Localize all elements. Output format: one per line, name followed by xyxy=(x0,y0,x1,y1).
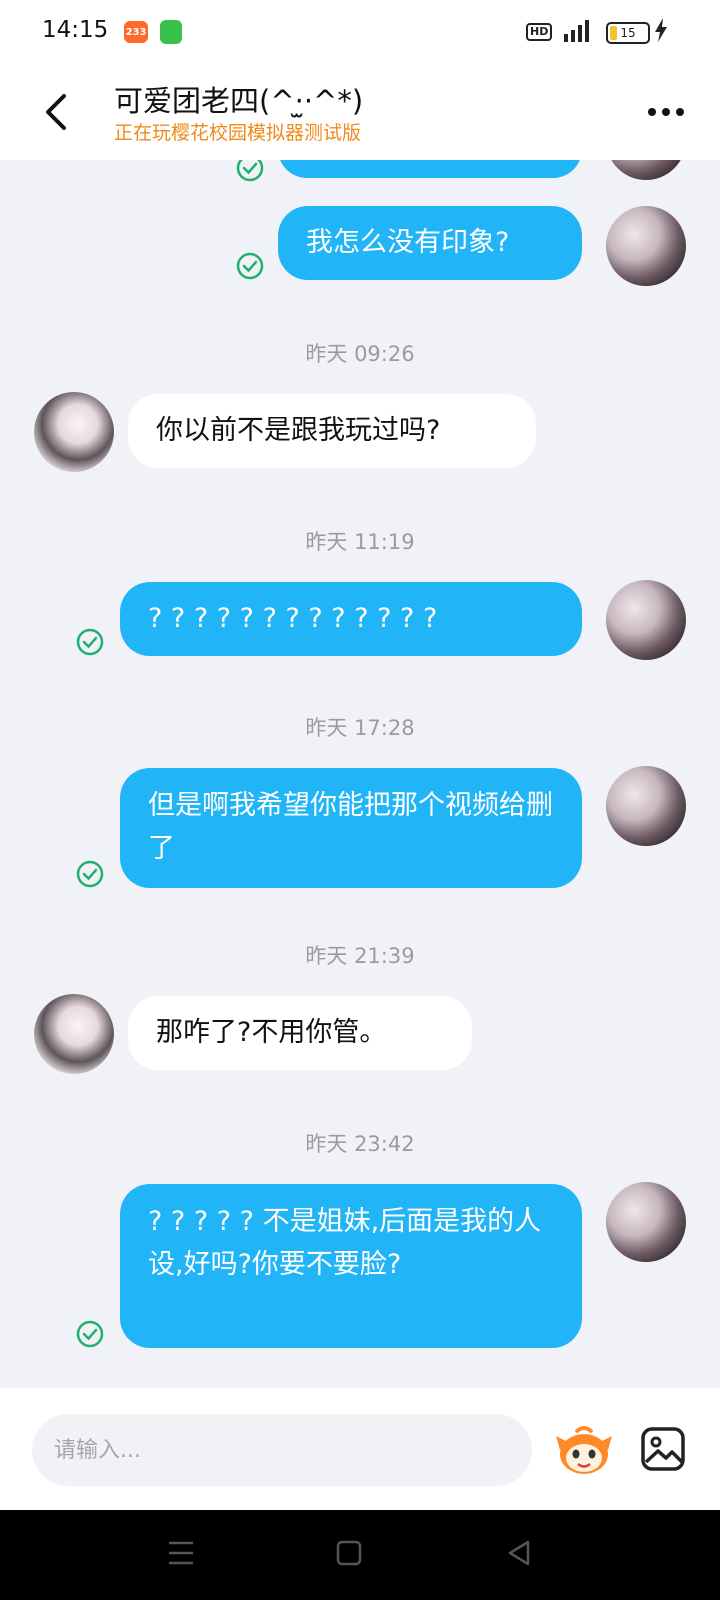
image-picker-icon[interactable] xyxy=(640,1426,686,1472)
status-time: 14:15 xyxy=(42,17,109,43)
signal-icon xyxy=(564,20,589,42)
message-bubble[interactable]: ? ? ? ? ? ? ? ? ? ? ? ? ? xyxy=(120,582,582,656)
status-bar: 14:15 233 HD 15 xyxy=(0,0,720,64)
self-avatar[interactable] xyxy=(606,160,686,180)
battery-level: 15 xyxy=(620,26,636,40)
message-bubble[interactable]: 你以前不是跟我玩过吗? xyxy=(128,394,536,468)
android-app-icon xyxy=(160,20,182,44)
message-bubble[interactable]: 那咋了?不用你管。 xyxy=(128,996,472,1070)
read-check-icon xyxy=(76,860,104,888)
timestamp: 昨天 21:39 xyxy=(305,944,415,968)
menu-lines-icon[interactable] xyxy=(168,1540,194,1566)
message-bubble[interactable]: ? ? ? ? ? 不是姐妹,后面是我的人设,好吗?你要不要脸? xyxy=(120,1184,582,1348)
self-avatar[interactable] xyxy=(606,580,686,660)
emoji-mascot-icon[interactable] xyxy=(554,1422,614,1478)
self-avatar[interactable] xyxy=(606,766,686,846)
read-check-icon xyxy=(76,1320,104,1348)
read-check-icon xyxy=(76,628,104,656)
read-check-icon xyxy=(236,160,264,182)
square-home-icon[interactable] xyxy=(336,1540,362,1566)
timestamp: 昨天 17:28 xyxy=(305,716,415,740)
more-dots-icon[interactable] xyxy=(646,104,686,120)
message-list[interactable]: 我怎么没有印象? 昨天 09:26 你以前不是跟我玩过吗? 昨天 11:19 ?… xyxy=(0,160,720,1388)
hd-badge: HD xyxy=(526,23,553,41)
triangle-back-icon[interactable] xyxy=(506,1540,532,1566)
chevron-left-icon[interactable] xyxy=(38,90,74,134)
message-bubble-partial[interactable] xyxy=(278,160,582,178)
input-bar xyxy=(0,1388,720,1510)
chat-header: 可爱团老四(^·̫·^*) 正在玩樱花校园模拟器测试版 xyxy=(0,64,720,160)
contact-status: 正在玩樱花校园模拟器测试版 xyxy=(114,122,362,144)
contact-avatar[interactable] xyxy=(34,392,114,472)
read-check-icon xyxy=(236,252,264,280)
self-avatar[interactable] xyxy=(606,1182,686,1262)
app-233-icon: 233 xyxy=(124,21,148,43)
charging-icon xyxy=(655,18,667,42)
timestamp: 昨天 23:42 xyxy=(305,1132,415,1156)
contact-avatar[interactable] xyxy=(34,994,114,1074)
system-nav-bar xyxy=(0,1510,720,1600)
battery-indicator: 15 xyxy=(606,22,650,44)
contact-name: 可爱团老四(^·̫·^*) xyxy=(114,84,364,118)
self-avatar[interactable] xyxy=(606,206,686,286)
timestamp: 昨天 09:26 xyxy=(305,342,415,366)
message-bubble[interactable]: 但是啊我希望你能把那个视频给删了 xyxy=(120,768,582,888)
message-bubble[interactable]: 我怎么没有印象? xyxy=(278,206,582,280)
timestamp: 昨天 11:19 xyxy=(305,530,415,554)
message-input[interactable] xyxy=(32,1414,532,1486)
